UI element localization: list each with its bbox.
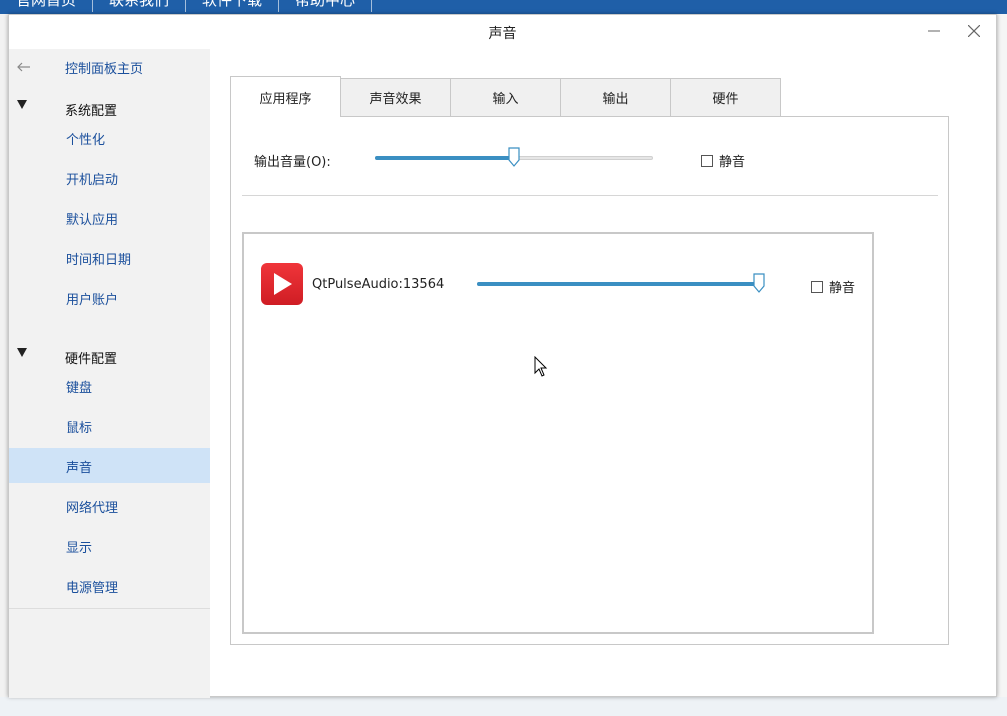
background-nav: 官网首页 联系我们 软件下载 帮助中心: [0, 0, 373, 12]
sidebar-item-label: 开机启动: [66, 173, 119, 188]
tab-output[interactable]: 输出: [561, 78, 671, 117]
sidebar-item-label: 默认应用: [66, 213, 119, 228]
sidebar-home-link[interactable]: 控制面板主页: [65, 58, 143, 77]
sidebar-item-user-accounts[interactable]: 用户账户: [9, 280, 210, 315]
minimize-icon: [928, 30, 940, 32]
tab-applications[interactable]: 应用程序: [230, 76, 341, 117]
sidebar-item-network-proxy[interactable]: 网络代理: [9, 488, 210, 523]
checkbox-box[interactable]: [701, 154, 713, 167]
sidebar-item-startup[interactable]: 开机启动: [9, 160, 210, 195]
sound-settings-window: 声音 控制面板主页 系统配置 个性化 开机启动 默认应用 时间和日期 用户账户 …: [8, 14, 997, 698]
sidebar: 控制面板主页 系统配置 个性化 开机启动 默认应用 时间和日期 用户账户 硬件配…: [9, 49, 210, 698]
sidebar-group-system: 系统配置: [9, 97, 210, 121]
sidebar-item-personalization[interactable]: 个性化: [9, 120, 210, 155]
sidebar-item-default-apps[interactable]: 默认应用: [9, 200, 210, 235]
back-button[interactable]: [14, 57, 34, 77]
tab-panel: 输出音量(O): 静音 QtPulseAudio:13564 静音: [230, 116, 949, 645]
slider-handle[interactable]: [753, 273, 765, 293]
sidebar-group-hardware: 硬件配置: [9, 345, 210, 369]
tab-bar: 应用程序 声音效果 输入 输出 硬件: [230, 76, 781, 117]
window-title: 声音: [488, 26, 517, 42]
sidebar-item-label: 用户账户: [66, 293, 119, 308]
mute-label: 静音: [829, 281, 856, 296]
sidebar-item-keyboard[interactable]: 键盘: [9, 368, 210, 403]
output-volume-label: 输出音量(O):: [254, 155, 331, 170]
background-nav-item: 联系我们: [93, 0, 187, 12]
mouse-cursor-icon: [534, 356, 548, 377]
background-nav-item: 软件下载: [186, 0, 280, 12]
sidebar-item-label: 网络代理: [66, 501, 119, 516]
sidebar-group-label: 硬件配置: [65, 352, 118, 367]
background-nav-item: 帮助中心: [279, 0, 373, 12]
sidebar-item-display[interactable]: 显示: [9, 528, 210, 563]
collapse-triangle-icon[interactable]: [14, 345, 30, 361]
sidebar-item-label: 时间和日期: [66, 253, 132, 268]
title-bar: 声音: [9, 15, 996, 49]
application-list: QtPulseAudio:13564 静音: [242, 232, 874, 634]
section-divider: [242, 195, 938, 196]
output-mute-checkbox[interactable]: 静音: [701, 151, 745, 170]
mute-label: 静音: [719, 155, 746, 170]
sidebar-item-label: 电源管理: [66, 581, 119, 596]
sidebar-item-label: 声音: [66, 461, 93, 476]
back-arrow-icon: [17, 62, 30, 72]
sidebar-item-label: 鼠标: [66, 421, 93, 436]
app-mute-checkbox[interactable]: 静音: [811, 277, 855, 296]
background-browser-bar: 官网首页 联系我们 软件下载 帮助中心: [0, 0, 1007, 14]
slider-handle[interactable]: [508, 147, 520, 167]
sidebar-item-label: 显示: [66, 541, 93, 556]
minimize-button[interactable]: [922, 19, 946, 43]
slider-fill: [477, 282, 759, 286]
app-icon: [261, 263, 303, 305]
sidebar-item-sound[interactable]: 声音: [9, 448, 210, 483]
background-right-edge: [997, 14, 1007, 714]
slider-fill: [375, 156, 514, 160]
checkbox-box[interactable]: [811, 280, 823, 293]
background-nav-item: 官网首页: [0, 0, 94, 12]
close-button[interactable]: [962, 19, 986, 43]
sidebar-item-label: 键盘: [66, 381, 93, 396]
tab-hardware[interactable]: 硬件: [671, 78, 781, 117]
play-icon: [274, 273, 292, 295]
sidebar-divider: [9, 608, 210, 609]
tab-sound-effects[interactable]: 声音效果: [341, 78, 451, 117]
tab-input[interactable]: 输入: [451, 78, 561, 117]
background-bottom: [0, 697, 1007, 716]
sidebar-group-label: 系统配置: [65, 104, 118, 119]
sidebar-item-date-time[interactable]: 时间和日期: [9, 240, 210, 275]
app-name: QtPulseAudio:13564: [312, 277, 445, 292]
sidebar-item-mouse[interactable]: 鼠标: [9, 408, 210, 443]
sidebar-item-label: 个性化: [66, 133, 106, 148]
collapse-triangle-icon[interactable]: [14, 97, 30, 113]
background-left-edge: [0, 14, 8, 704]
close-icon: [968, 25, 980, 37]
sidebar-item-power[interactable]: 电源管理: [9, 568, 210, 603]
